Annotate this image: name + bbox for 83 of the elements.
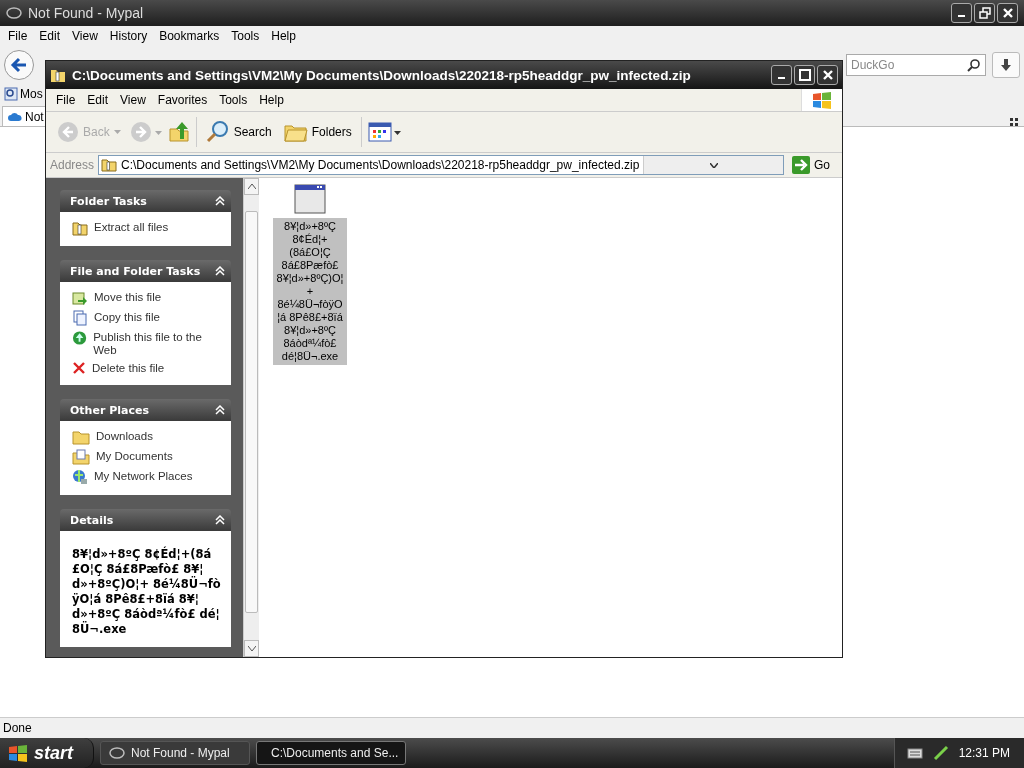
scroll-up-button[interactable] <box>244 178 259 195</box>
window-title: C:\Documents and Settings\VM2\My Documents\Downloads\220218-rp5headdgr_pw_infected.zip <box>72 67 691 83</box>
documents-folder-icon <box>72 449 90 465</box>
search-icon <box>967 58 981 72</box>
task-link[interactable]: Downloads <box>96 429 153 443</box>
task-link[interactable]: Move this file <box>94 290 162 304</box>
task-link[interactable]: Delete this file <box>92 361 165 375</box>
app-icon[interactable] <box>109 747 125 759</box>
menu-item[interactable]: Edit <box>81 93 115 107</box>
windows-logo-icon[interactable] <box>8 744 28 762</box>
back-button[interactable] <box>4 50 34 80</box>
folders-button[interactable]: Folders <box>280 119 355 145</box>
menu-item[interactable]: Help <box>265 29 302 43</box>
bookmark-item[interactable]: Mos <box>20 87 43 101</box>
folder-icon <box>72 429 90 445</box>
up-folder-icon[interactable] <box>167 121 190 143</box>
window-title: Not Found - Mypal <box>28 5 144 21</box>
details-text: 8¥¦d»+8ºÇ 8¢Éd¦+(8á£O¦Ç 8á£8Pæfò£ 8¥¦d»+8ºÇ)O¦+ 8é¼8Ü¬fòÿO¦á 8Pê8£+8ïá 8¥¦d»+8ºÇ 8áòdª¼fò£ dé¦8Ü¬.exe <box>72 545 221 637</box>
menu-item[interactable]: Bookmarks <box>153 29 226 43</box>
collapse-icon[interactable] <box>215 515 225 525</box>
search-icon[interactable] <box>205 120 230 144</box>
caret-icon[interactable] <box>709 162 718 168</box>
network-icon <box>72 469 88 485</box>
menu-item[interactable]: Help <box>253 93 290 107</box>
menu-item[interactable]: File <box>50 93 82 107</box>
collapse-icon[interactable] <box>215 405 225 415</box>
network-icon[interactable] <box>932 745 949 761</box>
minimize-button[interactable] <box>771 65 792 85</box>
clock: 12:31 PM <box>958 746 1010 760</box>
go-arrow-icon[interactable] <box>792 156 810 174</box>
keyboard-icon[interactable] <box>906 747 923 759</box>
grid-icon[interactable] <box>1010 118 1018 126</box>
menu-item[interactable]: View <box>114 93 152 107</box>
download-button[interactable] <box>992 52 1020 78</box>
panel-header[interactable]: File and Folder Tasks <box>60 260 231 282</box>
taskbar-button[interactable]: C:\Documents and Se... <box>256 741 406 765</box>
search-field[interactable]: DuckGo <box>846 54 986 76</box>
windows-logo-icon <box>812 91 832 109</box>
start-button[interactable]: start <box>0 738 94 768</box>
delete-icon <box>72 361 86 375</box>
zip-folder-icon <box>101 158 118 172</box>
task-link[interactable]: Publish this file to the Web <box>93 330 221 357</box>
menu-item[interactable]: History <box>103 29 154 43</box>
search-button[interactable]: Search <box>202 118 275 146</box>
panel-header[interactable]: Other Places <box>60 399 231 421</box>
collapse-icon[interactable] <box>215 266 225 276</box>
menu-item[interactable]: Edit <box>33 29 67 43</box>
move-icon <box>72 290 88 306</box>
task-link[interactable]: My Network Places <box>94 469 193 483</box>
status-text: Done <box>3 721 32 735</box>
document-icon <box>72 310 88 326</box>
cloud-icon[interactable] <box>8 111 22 122</box>
collapse-icon[interactable] <box>215 196 225 206</box>
menu-item[interactable]: Tools <box>225 29 266 43</box>
go-button[interactable]: Go <box>788 156 838 174</box>
address-label: Address <box>50 158 95 172</box>
menu-item[interactable]: File <box>2 29 34 43</box>
task-link[interactable]: Copy this file <box>94 310 160 324</box>
taskbar-button[interactable]: Not Found - Mypal <box>100 741 250 765</box>
back-arrow-icon[interactable] <box>10 57 28 73</box>
app-icon <box>6 7 22 19</box>
scroll-thumb[interactable] <box>245 211 258 613</box>
menu-item[interactable]: Tools <box>213 93 254 107</box>
task-link[interactable]: Extract all files <box>94 220 169 234</box>
bookmark-folder-icon[interactable] <box>4 87 18 101</box>
zip-folder-icon <box>50 67 66 83</box>
task-link[interactable]: My Documents <box>96 449 173 463</box>
views-icon[interactable] <box>367 121 402 143</box>
minimize-button[interactable] <box>951 3 972 23</box>
browser-tab[interactable]: Not <box>2 106 47 126</box>
globe-icon <box>72 330 88 346</box>
menu-item[interactable]: View <box>66 29 104 43</box>
menu-item[interactable]: Favorites <box>151 93 214 107</box>
file-name[interactable]: 8¥¦d»+8ºÇ 8¢Éd¦+(8á£O¦Ç 8á£8Pæfò£ 8¥¦d»+8ºÇ)O¦+ 8é¼8Ü¬fòÿO ¦á 8Pê8£+8ïá 8¥¦d»+8ºÇ 8áòdª¼fò£ dé¦8Ü¬.exe <box>273 218 347 365</box>
address-field[interactable]: C:\Documents and Settings\VM2\My Documents\Downloads\220218-rp5headdgr_pw_infected.zip <box>98 155 784 175</box>
panel-header[interactable]: Details <box>60 509 231 531</box>
download-icon[interactable] <box>999 58 1013 72</box>
caret-icon[interactable] <box>247 646 256 651</box>
caret-icon[interactable] <box>247 184 256 189</box>
zip-folder-icon <box>72 220 88 236</box>
program-window-icon[interactable] <box>294 184 326 214</box>
panel-header[interactable]: Folder Tasks <box>60 190 231 212</box>
scroll-down-button[interactable] <box>244 640 259 657</box>
